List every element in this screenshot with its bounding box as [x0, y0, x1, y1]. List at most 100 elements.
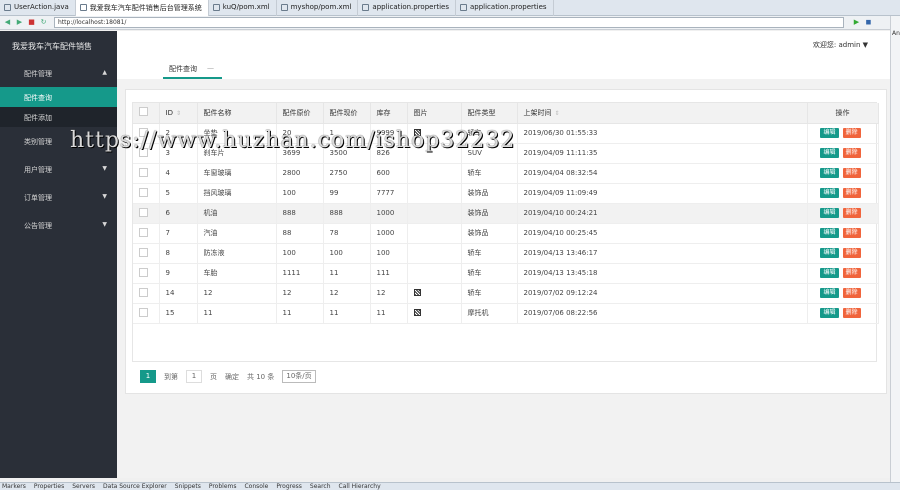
row-checkbox[interactable] — [139, 247, 148, 257]
delete-button[interactable]: 删除 — [842, 168, 861, 178]
menu-item-category[interactable]: 类别管理 — [0, 127, 117, 155]
select-cell[interactable] — [133, 143, 160, 164]
table-row[interactable]: 15 11 11 11 11 摩托机 2019/07/06 08:22:56 编辑 删除 — [133, 303, 879, 324]
select-all-checkbox[interactable] — [139, 107, 148, 117]
delete-button[interactable]: 删除 — [842, 228, 861, 238]
delete-button[interactable]: 删除 — [842, 128, 861, 138]
table-row[interactable]: 3 刹车片 3699 3500 826 SUV 2019/04/09 11:11:35 编辑删… — [133, 143, 879, 164]
submenu-item-query[interactable]: 配件查询 — [0, 87, 117, 107]
edit-button[interactable]: 编辑 — [820, 288, 839, 298]
editor-tab[interactable]: application.properties — [358, 0, 456, 16]
browser-menu-icon[interactable]: ◼ — [864, 18, 873, 27]
select-cell[interactable] — [133, 163, 160, 184]
edit-button[interactable]: 编辑 — [820, 168, 839, 178]
row-checkbox[interactable] — [139, 167, 148, 177]
col-header-label: 上架时间 — [523, 108, 552, 117]
table-row[interactable]: 14 12 12 12 12 轿车 2019/07/02 09:12:24 编辑 删除 — [133, 283, 879, 304]
edit-button[interactable]: 编辑 — [820, 268, 839, 278]
delete-button[interactable]: 删除 — [842, 188, 861, 198]
menu-item-users[interactable]: 用户管理 ▼ — [0, 155, 117, 183]
edit-button[interactable]: 编辑 — [820, 128, 839, 138]
row-checkbox[interactable] — [139, 147, 148, 157]
forward-icon[interactable]: ▶ — [15, 18, 24, 27]
edit-button[interactable]: 编辑 — [820, 188, 839, 198]
user-menu[interactable]: 欢迎您: admin ▼ — [813, 40, 868, 50]
bottom-tab[interactable]: Search — [310, 483, 331, 490]
col-header-id[interactable]: ID ⇕ — [159, 103, 198, 124]
table-row[interactable]: 5 挡风玻璃 100 99 7777 装饰品 2019/04/09 11:09:49 编辑 删除 — [133, 183, 879, 204]
select-cell[interactable] — [133, 243, 160, 264]
tab-parts-query[interactable]: 配件查询 — — [163, 59, 222, 79]
col-header-time[interactable]: 上架时间 ⇕ — [517, 103, 808, 124]
tab-close-icon[interactable]: — — [207, 64, 214, 77]
row-checkbox[interactable] — [139, 127, 148, 137]
menu-item-orders[interactable]: 订单管理 ▼ — [0, 183, 117, 211]
page-jump-input[interactable]: 1 — [186, 370, 202, 383]
edit-button[interactable]: 编辑 — [820, 248, 839, 258]
url-input[interactable]: http://localhost:18081/ — [54, 17, 844, 28]
page-size-select[interactable]: 10条/页 — [282, 370, 316, 383]
edit-button[interactable]: 编辑 — [820, 308, 839, 318]
submenu-item-add[interactable]: 配件添加 — [0, 107, 117, 127]
table-row[interactable]: 6 机油 888 888 1000 装饰品 2019/04/10 00:24:21 编辑 删除 — [133, 203, 879, 224]
select-cell[interactable] — [133, 183, 160, 204]
pager-confirm-button[interactable]: 确定 — [225, 372, 239, 382]
bottom-tab[interactable]: Markers — [2, 483, 26, 490]
back-icon[interactable]: ◀ — [3, 18, 12, 27]
row-checkbox[interactable] — [139, 187, 148, 197]
editor-tab[interactable]: UserAction.java — [0, 0, 76, 16]
select-cell[interactable] — [133, 203, 160, 224]
editor-tab[interactable]: kuQ/pom.xml — [209, 0, 277, 16]
delete-button[interactable]: 删除 — [842, 148, 861, 158]
table-row[interactable]: 9 车胎 1111 11 111 轿车 2019/04/13 13:45:18 编辑 删除 — [133, 263, 879, 284]
page-current[interactable]: 1 — [140, 370, 156, 383]
row-checkbox[interactable] — [139, 227, 148, 237]
row-checkbox[interactable] — [139, 287, 148, 297]
bottom-tab[interactable]: Properties — [34, 483, 64, 490]
table-row[interactable]: 2 坐垫 20 1 9999 轿车 2019/06/30 01:55:33 编辑 删除 — [133, 123, 879, 144]
editor-tab-label: application.properties — [469, 3, 547, 11]
bottom-tab[interactable]: Data Source Explorer — [103, 483, 167, 490]
menu-item-parts[interactable]: 配件管理 ▲ — [0, 59, 117, 87]
bottom-tab[interactable]: Progress — [276, 483, 302, 490]
row-checkbox[interactable] — [139, 267, 148, 277]
bottom-tab[interactable]: Call Hierarchy — [339, 483, 381, 490]
delete-button[interactable]: 删除 — [842, 208, 861, 218]
cell-id: 6 — [159, 203, 198, 224]
select-cell[interactable] — [133, 223, 160, 244]
bottom-tab[interactable]: Problems — [209, 483, 237, 490]
table-row[interactable]: 8 防冻液 100 100 100 轿车 2019/04/13 13:46:17 编辑 删除 — [133, 243, 879, 264]
editor-tab[interactable]: application.properties — [456, 0, 554, 16]
bottom-tab[interactable]: Servers — [72, 483, 95, 490]
editor-tab[interactable]: myshop/pom.xml — [277, 0, 359, 16]
table-row[interactable]: 4 车窗玻璃 2800 2750 600 轿车 2019/04/04 08:32:54 编辑删… — [133, 163, 879, 184]
editor-tab[interactable]: 我爱我车汽车配件销售后台管理系统 — [75, 0, 209, 16]
stop-icon[interactable]: ■ — [27, 18, 36, 27]
select-cell[interactable] — [133, 303, 160, 324]
cell-cur-price: 78 — [323, 223, 371, 244]
edit-button[interactable]: 编辑 — [820, 148, 839, 158]
bottom-tab[interactable]: Console — [244, 483, 268, 490]
menu-item-notices[interactable]: 公告管理 ▼ — [0, 211, 117, 239]
select-cell[interactable] — [133, 283, 160, 304]
refresh-icon[interactable]: ↻ — [39, 18, 48, 27]
go-icon[interactable]: ▶ — [852, 18, 861, 27]
edit-button[interactable]: 编辑 — [820, 208, 839, 218]
edit-button[interactable]: 编辑 — [820, 228, 839, 238]
delete-button[interactable]: 删除 — [842, 248, 861, 258]
row-checkbox[interactable] — [139, 207, 148, 217]
cell-id: 5 — [159, 183, 198, 204]
cell-name: 车窗玻璃 — [197, 163, 277, 184]
select-all-cell[interactable] — [133, 103, 160, 124]
select-cell[interactable] — [133, 123, 160, 144]
delete-button[interactable]: 删除 — [842, 268, 861, 278]
table-row[interactable]: 7 汽油 88 78 1000 装饰品 2019/04/10 00:25:45 编辑 删除 — [133, 223, 879, 244]
sort-icon[interactable]: ⇕ — [176, 110, 181, 117]
delete-button[interactable]: 删除 — [842, 308, 861, 318]
select-cell[interactable] — [133, 263, 160, 284]
sort-icon[interactable]: ⇕ — [555, 110, 560, 117]
delete-button[interactable]: 删除 — [842, 288, 861, 298]
menu-item-label: 配件管理 — [24, 70, 52, 78]
row-checkbox[interactable] — [139, 307, 148, 317]
bottom-tab[interactable]: Snippets — [175, 483, 201, 490]
